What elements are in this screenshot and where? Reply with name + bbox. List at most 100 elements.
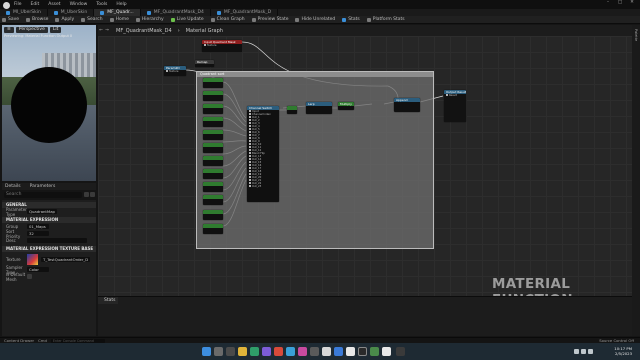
row-node-6[interactable]: [203, 143, 223, 153]
settings-icon[interactable]: [90, 192, 95, 197]
group-field[interactable]: 01_Maps: [27, 224, 49, 229]
preview-viewport[interactable]: ≡ Perspective Lit Previewing: Material F…: [2, 25, 96, 181]
filter-icon[interactable]: [84, 192, 89, 197]
search-button[interactable]: Search: [81, 17, 103, 22]
menu-help[interactable]: Help: [116, 2, 126, 7]
minimize-icon[interactable]: –: [602, 0, 614, 5]
multiply-node[interactable]: Multiply: [338, 102, 354, 110]
volume-icon[interactable]: [581, 349, 586, 354]
app-icon-dark[interactable]: [358, 347, 367, 356]
unreal-taskbar-icon-2[interactable]: [382, 347, 391, 356]
menu-edit[interactable]: Edit: [31, 2, 40, 7]
tab-m-uberskin[interactable]: M_UberSkin: [48, 9, 95, 16]
app-icon-dark-2[interactable]: [396, 347, 405, 356]
app-icon-gray[interactable]: [310, 347, 319, 356]
pin-dot-icon: [249, 182, 251, 184]
tab-parameters[interactable]: Parameters: [30, 184, 56, 189]
file-explorer-icon[interactable]: [238, 347, 247, 356]
row-node-1[interactable]: [203, 78, 223, 88]
row-node-3[interactable]: [203, 104, 223, 114]
task-view-icon[interactable]: [226, 347, 235, 356]
desc-field[interactable]: [27, 238, 87, 243]
input-top-node[interactable]: Input Quadrant Mask Texture: [202, 40, 242, 52]
channel-switch-pin[interactable]: Out_23: [247, 185, 279, 188]
tab-mf-quadrantmask-d4[interactable]: MF_QuadrantMask_D4: [141, 9, 211, 16]
row-node-4[interactable]: [203, 117, 223, 127]
search-taskbar-icon[interactable]: [214, 347, 223, 356]
console-command-input[interactable]: Enter Console Command: [50, 338, 105, 343]
close-icon[interactable]: ✕: [626, 0, 638, 5]
app-icon-green[interactable]: [370, 347, 379, 356]
menu-tools[interactable]: Tools: [96, 2, 107, 7]
sort-priority-field[interactable]: 32: [27, 231, 49, 236]
breadcrumb[interactable]: MF_QuadrantMask_D4: [116, 28, 172, 34]
menu-window[interactable]: Window: [70, 2, 88, 7]
param-output-pin[interactable]: [166, 70, 168, 72]
row-node-7[interactable]: [203, 156, 223, 166]
live-update-button[interactable]: Live Update: [170, 17, 204, 22]
browse-button[interactable]: Browse: [26, 17, 48, 22]
battery-icon[interactable]: [588, 349, 593, 354]
platform-stats-button[interactable]: Platform Stats: [366, 17, 405, 22]
row-node-8[interactable]: [203, 169, 223, 179]
small-node-a[interactable]: [287, 106, 297, 114]
save-button[interactable]: Save: [2, 17, 19, 22]
texture-field[interactable]: T_TestQuadrantOrder_D: [41, 256, 91, 262]
row-node-5[interactable]: [203, 130, 223, 140]
output-result-node[interactable]: Output Result Result: [444, 90, 466, 122]
perspective-button[interactable]: Perspective: [15, 27, 48, 33]
tab-mf-quadrant-active[interactable]: MF_Quadr...: [94, 9, 141, 16]
apply-button[interactable]: Apply: [55, 17, 74, 22]
parameter-type-field[interactable]: QuadrantMap: [27, 209, 57, 214]
row-node-2[interactable]: [203, 91, 223, 101]
network-icon[interactable]: [574, 349, 579, 354]
stats-button[interactable]: Stats: [342, 17, 360, 22]
app-icon-blue[interactable]: [286, 347, 295, 356]
row-node-10[interactable]: [203, 195, 223, 205]
windows-start-icon[interactable]: [202, 347, 211, 356]
lerp-node[interactable]: Lerp: [306, 102, 332, 114]
app-icon-pink[interactable]: [298, 347, 307, 356]
app-icon-blue-2[interactable]: [334, 347, 343, 356]
section-texture-base[interactable]: MATERIAL EXPRESSION TEXTURE BASE: [2, 246, 96, 252]
material-graph-canvas[interactable]: Quadrant sort Param2D Texture Input Quad…: [98, 36, 632, 296]
tab-mi-uberskin[interactable]: MI_UberSkin: [0, 9, 48, 16]
param-node[interactable]: Param2D Texture: [164, 66, 186, 76]
menu-asset[interactable]: Asset: [48, 2, 60, 7]
chrome-icon[interactable]: [250, 347, 259, 356]
lit-button[interactable]: Lit: [49, 27, 62, 33]
append-node[interactable]: Append: [394, 98, 420, 112]
viewport-menu-button[interactable]: ≡: [4, 27, 14, 33]
remap-node[interactable]: Remap: [195, 60, 214, 67]
preview-state-button[interactable]: Preview State: [251, 17, 288, 22]
row-node-11[interactable]: [203, 210, 223, 220]
home-button[interactable]: Home: [109, 17, 129, 22]
row-node-9[interactable]: [203, 182, 223, 192]
breadcrumb-graph[interactable]: Material Graph: [186, 28, 223, 34]
sampler-type-field[interactable]: Color: [27, 267, 49, 272]
hierarchy-button[interactable]: Hierarchy: [135, 17, 164, 22]
maximize-icon[interactable]: □: [614, 0, 626, 5]
menu-file[interactable]: File: [14, 2, 22, 7]
details-search-input[interactable]: Search: [4, 192, 82, 198]
clean-graph-button[interactable]: Clean Graph: [210, 17, 245, 22]
stats-tab[interactable]: Stats: [98, 297, 118, 304]
pin-dot-icon: [249, 149, 251, 151]
hide-unrelated-button[interactable]: Hide Unrelated: [295, 17, 335, 22]
tab-details[interactable]: Details: [5, 184, 21, 189]
channel-switch-node[interactable]: Channel Switch Input Channel Index Out_1 Ou…: [247, 106, 279, 202]
app-icon-purple[interactable]: [262, 347, 271, 356]
details-panel: GENERAL Parameter Type QuadrantMap MATER…: [2, 200, 96, 336]
unreal-taskbar-icon[interactable]: [346, 347, 355, 356]
taskbar-clock[interactable]: 10:17 PM 2/5/2023: [614, 346, 632, 356]
app-icon-white[interactable]: [322, 347, 331, 356]
texture-thumbnail[interactable]: [27, 253, 38, 265]
forward-arrow-icon[interactable]: →: [104, 28, 110, 33]
tab-mf-quadrantmask-d[interactable]: MF_QuadrantMask_D: [211, 9, 279, 16]
is-default-mesh-checkbox[interactable]: [27, 274, 32, 279]
input-top-pin[interactable]: [204, 44, 206, 46]
app-icon-red[interactable]: [274, 347, 283, 356]
palette-tab[interactable]: Palette: [634, 29, 638, 41]
row-node-12[interactable]: [203, 224, 223, 234]
output-result-pin[interactable]: [446, 94, 448, 96]
